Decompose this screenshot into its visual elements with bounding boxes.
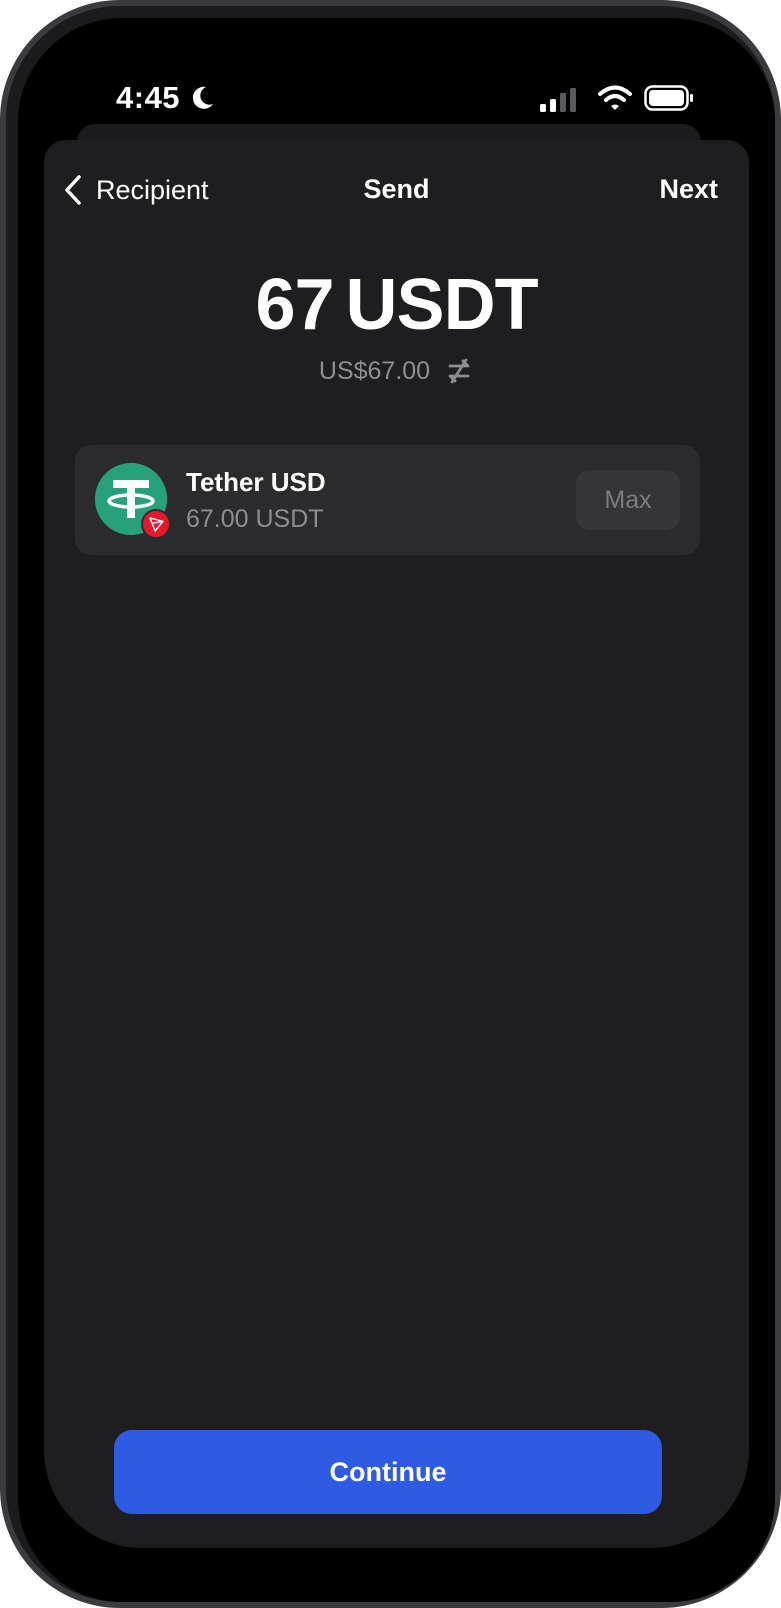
screen: 4:45 Recipient Send Next 67 USDT US$67.0… (18, 18, 775, 1602)
fiat-value: US$67.00 (318, 356, 431, 385)
swap-currency-icon[interactable] (444, 356, 474, 386)
send-sheet: Recipient Send Next 67 USDT US$67.00 Tet… (44, 140, 749, 1548)
tron-badge-icon (141, 509, 171, 539)
page-title: Send (363, 174, 430, 204)
status-time: 4:45 (116, 80, 181, 115)
next-button[interactable]: Next (659, 174, 718, 205)
battery-icon (644, 85, 693, 111)
asset-selector[interactable]: Tether USD 67.00 USDT Max (75, 445, 700, 555)
moon-icon (192, 86, 213, 109)
phone-frame: 4:45 Recipient Send Next 67 USDT US$67.0… (0, 0, 781, 1608)
continue-button[interactable]: Continue (114, 1430, 662, 1514)
cellular-signal-icon (540, 88, 576, 112)
phone-bezel: 4:45 Recipient Send Next 67 USDT US$67.0… (6, 6, 775, 1602)
amount-unit: USDT (345, 265, 539, 345)
amount-display[interactable]: 67 USDT (44, 264, 749, 346)
asset-name: Tether USD (186, 467, 326, 497)
fiat-equivalent: US$67.00 (44, 356, 749, 386)
amount-value: 67 (255, 265, 334, 345)
asset-balance: 67.00 USDT (186, 505, 324, 533)
wifi-icon (598, 85, 632, 110)
max-button[interactable]: Max (576, 470, 680, 530)
